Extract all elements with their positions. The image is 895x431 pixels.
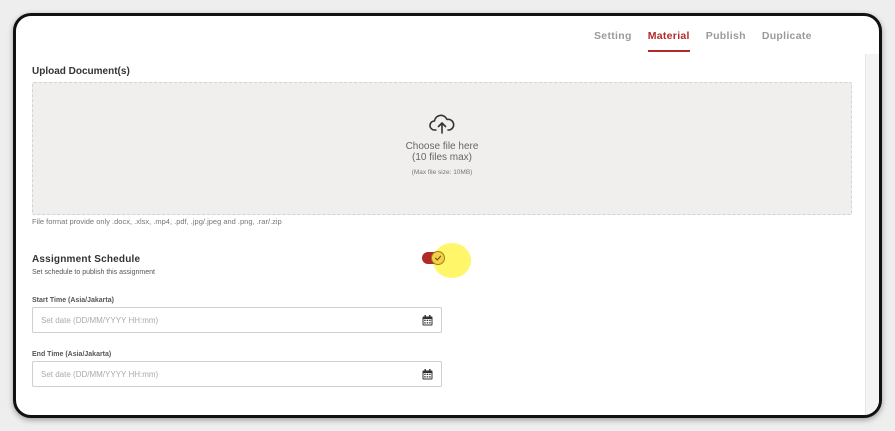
schedule-title: Assignment Schedule bbox=[32, 254, 141, 265]
start-time-field[interactable] bbox=[32, 307, 442, 333]
cloud-upload-icon bbox=[429, 114, 455, 134]
content-area: Setting Material Publish Duplicate Uploa… bbox=[16, 16, 879, 415]
schedule-subtitle: Set schedule to publish this assignment bbox=[32, 269, 155, 276]
app-window: Setting Material Publish Duplicate Uploa… bbox=[13, 13, 882, 418]
tab-material[interactable]: Material bbox=[640, 30, 698, 52]
tab-setting[interactable]: Setting bbox=[586, 30, 640, 52]
start-time-label: Start Time (Asia/Jakarta) bbox=[32, 297, 114, 304]
upload-choose-text: Choose file here bbox=[405, 141, 479, 152]
tab-publish[interactable]: Publish bbox=[698, 30, 754, 52]
end-time-label: End Time (Asia/Jakarta) bbox=[32, 351, 112, 358]
vertical-scrollbar[interactable] bbox=[865, 54, 879, 415]
start-time-input[interactable] bbox=[33, 308, 403, 332]
tab-bar: Setting Material Publish Duplicate bbox=[586, 30, 820, 52]
check-icon bbox=[434, 255, 442, 261]
calendar-icon[interactable] bbox=[422, 369, 433, 380]
end-time-field[interactable] bbox=[32, 361, 442, 387]
file-format-note: File format provide only .docx, .xlsx, .… bbox=[32, 217, 282, 226]
tab-duplicate[interactable]: Duplicate bbox=[754, 30, 820, 52]
upload-title: Upload Document(s) bbox=[32, 66, 130, 77]
upload-size-text: (Max file size: 10MB) bbox=[411, 169, 473, 176]
calendar-icon[interactable] bbox=[422, 315, 433, 326]
upload-dropzone[interactable]: Choose file here (10 files max) (Max fil… bbox=[32, 82, 852, 215]
schedule-toggle[interactable] bbox=[422, 251, 445, 265]
upload-limit-text: (10 files max) bbox=[411, 152, 472, 163]
end-time-input[interactable] bbox=[33, 362, 403, 386]
toggle-knob bbox=[431, 251, 445, 265]
